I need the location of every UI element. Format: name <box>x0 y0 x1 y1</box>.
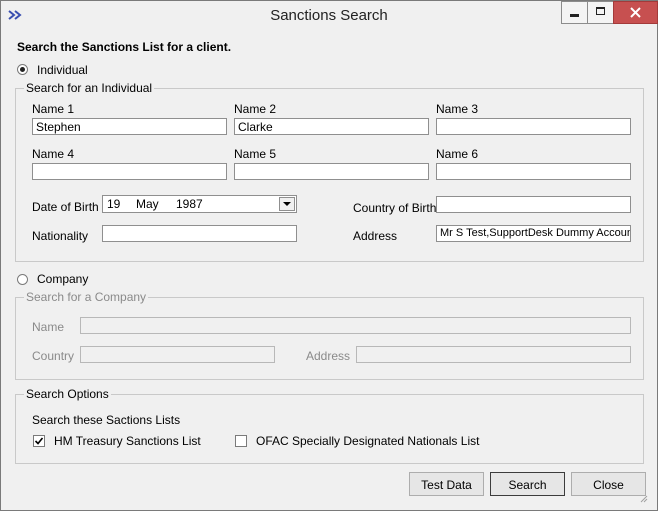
minimize-button[interactable] <box>561 1 589 24</box>
dob-day[interactable]: 19 <box>107 197 120 211</box>
maximize-button[interactable] <box>587 1 615 24</box>
resize-grip-icon[interactable] <box>638 493 648 503</box>
name1-input[interactable]: Stephen <box>32 118 227 135</box>
company-name-input[interactable] <box>80 317 631 334</box>
name2-input[interactable]: Clarke <box>234 118 429 135</box>
radio-selected-dot <box>20 67 25 72</box>
dob-picker[interactable]: 19 May 1987 <box>102 195 297 213</box>
company-search-group: Search for a Company Name Country Addres… <box>15 290 644 380</box>
checkmark-icon <box>34 437 44 445</box>
company-address-input[interactable] <box>356 346 631 363</box>
ofac-label[interactable]: OFAC Specially Designated Nationals List <box>256 434 479 448</box>
nationality-label: Nationality <box>32 229 89 243</box>
name4-label: Name 4 <box>32 147 75 161</box>
search-options-title: Search Options <box>24 387 111 401</box>
test-data-button[interactable]: Test Data <box>409 472 484 496</box>
ofac-checkbox[interactable] <box>235 435 247 447</box>
name5-input[interactable] <box>234 163 429 180</box>
name3-input[interactable] <box>436 118 631 135</box>
individual-radio-label[interactable]: Individual <box>37 63 88 77</box>
title-bar: Sanctions Search <box>1 1 658 29</box>
minimize-icon <box>570 14 579 17</box>
dob-dropdown-button[interactable] <box>279 197 295 211</box>
name6-input[interactable] <box>436 163 631 180</box>
instruction-text: Search the Sanctions List for a client. <box>17 40 232 54</box>
company-group-title: Search for a Company <box>24 290 149 304</box>
company-country-label: Country <box>32 349 75 363</box>
individual-search-group: Search for an Individual Name 1 Stephen … <box>15 81 644 262</box>
hm-treasury-label[interactable]: HM Treasury Sanctions List <box>54 434 201 448</box>
name3-label: Name 3 <box>436 102 479 116</box>
company-name-label: Name <box>32 320 65 334</box>
address-label: Address <box>353 229 398 243</box>
company-radio-label[interactable]: Company <box>37 272 88 286</box>
name6-label: Name 6 <box>436 147 479 161</box>
search-options-group: Search Options Search these Sactions Lis… <box>15 387 644 464</box>
name1-label: Name 1 <box>32 102 75 116</box>
name5-label: Name 5 <box>234 147 277 161</box>
name4-input[interactable] <box>32 163 227 180</box>
search-lists-label: Search these Sactions Lists <box>32 413 181 427</box>
dob-month[interactable]: May <box>136 197 159 211</box>
search-button[interactable]: Search <box>490 472 565 496</box>
dob-label: Date of Birth <box>32 200 99 214</box>
close-window-button[interactable] <box>613 1 658 24</box>
country-of-birth-input[interactable] <box>436 196 631 213</box>
name2-label: Name 2 <box>234 102 277 116</box>
individual-radio[interactable] <box>17 64 28 75</box>
nationality-input[interactable] <box>102 225 297 242</box>
close-button[interactable]: Close <box>571 472 646 496</box>
company-address-label: Address <box>306 349 351 363</box>
hm-treasury-checkbox[interactable] <box>33 435 45 447</box>
individual-group-title: Search for an Individual <box>24 81 155 95</box>
company-radio[interactable] <box>17 274 28 285</box>
address-input[interactable]: Mr S Test,SupportDesk Dummy Account <box>436 225 631 242</box>
maximize-icon <box>596 7 605 15</box>
sanctions-search-window: Sanctions Search Search the Sanctions Li… <box>0 0 658 511</box>
close-icon <box>630 7 641 18</box>
dialog-body: Search the Sanctions List for a client. … <box>9 31 649 503</box>
chevron-down-icon <box>283 202 291 206</box>
company-country-input[interactable] <box>80 346 275 363</box>
country-of-birth-label: Country of Birth <box>353 201 437 215</box>
dob-year[interactable]: 1987 <box>176 197 203 211</box>
window-title: Sanctions Search <box>270 7 388 24</box>
